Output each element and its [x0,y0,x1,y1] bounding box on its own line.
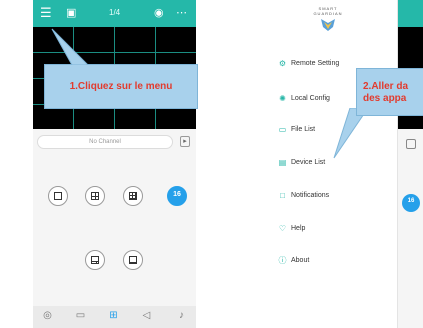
bottom-toolbar: ◎ ▭ ⊞ ◁ ♪ [33,306,196,328]
layout-16-button[interactable]: 16 [167,186,187,206]
menu-item-label: Help [291,225,306,232]
side-menu-drawer: SMART GUARDIAN ⚙ Remote Setting ✺ Local … [260,0,398,328]
snapshot-icon[interactable]: ◎ [42,310,53,321]
background-top-bar [398,0,423,27]
eight-view-icon [129,256,137,264]
folder-icon: ▭ [278,125,287,134]
layout-6-button[interactable] [85,250,105,270]
speaker-icon[interactable]: ◁ [141,310,152,321]
settings-icon: ✺ [279,94,286,103]
channel-selector[interactable]: No Channel [37,135,173,149]
menu-item-help[interactable]: ♡ Help [278,223,393,235]
image-icon[interactable]: ▣ [66,6,76,20]
more-icon[interactable]: ⋯ [176,6,187,20]
layout-icon[interactable]: ⊞ [108,310,119,321]
menu-item-notifications[interactable]: □ Notifications [278,190,393,202]
notification-icon: □ [280,191,285,200]
layout-1-button[interactable] [48,186,68,206]
single-view-icon [54,192,62,200]
callout-fill-1: 1.Cliquez sur le menu [45,65,197,108]
help-icon: ♡ [278,224,287,233]
menu-item-label: Remote Setting [291,60,340,67]
menu-item-label: Device List [291,159,326,166]
layout-9-button[interactable] [123,186,143,206]
page-counter: 1/4 [109,8,121,17]
brand-logo: SMART GUARDIAN [301,6,355,40]
six-view-icon [91,256,99,264]
eye-icon[interactable]: ◉ [154,6,164,20]
menu-icon[interactable]: ☰ [40,6,52,20]
quad-view-icon [91,192,99,200]
sixteen-view-label: 16 [173,191,181,198]
brand-name-bottom: GUARDIAN [313,11,343,16]
menu-item-label: About [291,257,310,264]
microphone-icon[interactable]: ♪ [176,310,187,321]
fox-logo-icon [321,19,335,31]
background-button [406,139,416,149]
record-icon[interactable]: ▭ [75,310,86,321]
menu-item-label: Local Config [291,95,330,102]
layout-8-button[interactable] [123,250,143,270]
instruction-text-2: 2.Aller da des appa [363,81,423,105]
gear-icon: ⚙ [278,59,287,68]
side-menu-screen: 16 SMART GUARDIAN ⚙ Remote Setting ✺ Loc… [260,0,423,328]
instruction-line-2: des appa [363,93,407,104]
menu-item-label: Notifications [291,192,330,199]
background-live-view: 16 [398,0,423,328]
device-icon: ▤ [278,158,287,167]
instruction-callout-2: 2.Aller da des appa [356,68,423,116]
background-layout-label: 16 [407,198,415,204]
info-icon: ⓘ [278,256,287,265]
top-bar: ☰ ▣ 1/4 ◉ ⋯ [33,0,196,27]
menu-item-label: File List [291,126,316,133]
background-layout-16: 16 [402,194,420,212]
channel-toggle-button[interactable]: ▸ [180,136,190,147]
menu-item-about[interactable]: ⓘ About [278,255,393,267]
nine-view-icon [129,192,137,200]
instruction-line-1: 2.Aller da [363,81,409,92]
channel-bar: No Channel ▸ [33,132,196,152]
instruction-label-1: 1.Cliquez sur le menu [69,81,173,92]
callout-pointer-1 [51,28,90,66]
tutorial-screenshot: ☰ ▣ 1/4 ◉ ⋯ No Channel ▸ 16 ◎ ▭ ⊞ ◁ ♪ 1.… [0,0,423,328]
layout-4-button[interactable] [85,186,105,206]
